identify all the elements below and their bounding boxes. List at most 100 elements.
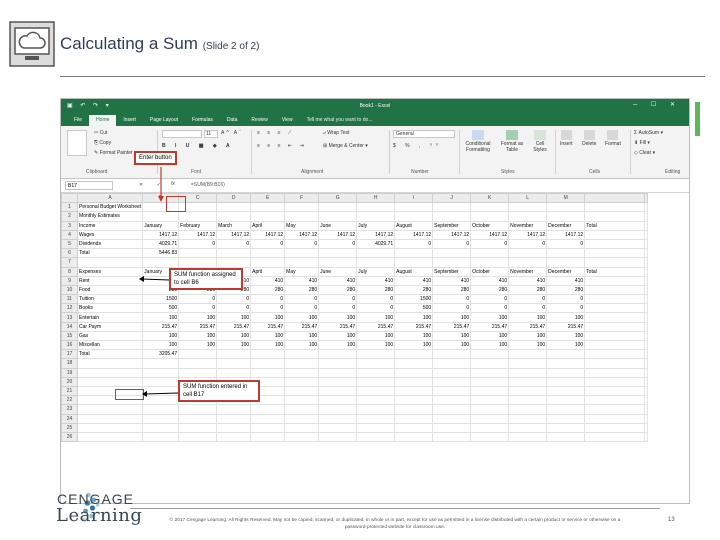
cell[interactable]	[644, 422, 649, 433]
insert-function-icon[interactable]: fx	[171, 181, 175, 187]
cell[interactable]	[250, 257, 286, 268]
cell[interactable]	[284, 257, 320, 268]
cell[interactable]	[584, 211, 646, 222]
cell[interactable]	[216, 202, 252, 213]
cell[interactable]	[584, 330, 646, 342]
cell[interactable]	[142, 257, 180, 268]
cell[interactable]: October	[470, 266, 510, 277]
row-header[interactable]: 25	[61, 422, 78, 433]
cell[interactable]	[142, 376, 180, 387]
cell[interactable]	[142, 211, 180, 222]
cell[interactable]	[508, 367, 548, 378]
cell[interactable]	[470, 395, 510, 406]
cell[interactable]	[394, 431, 434, 443]
cell[interactable]	[356, 248, 396, 259]
cell[interactable]: 0	[432, 303, 472, 314]
cell[interactable]: August	[394, 220, 434, 231]
cell[interactable]	[432, 385, 472, 397]
cell[interactable]	[356, 358, 396, 369]
cell[interactable]: 1417.12	[250, 229, 286, 240]
wrap-text-button[interactable]: ⤶ Wrap Text	[323, 130, 350, 136]
cell[interactable]	[432, 404, 472, 415]
cell[interactable]: Gas	[76, 330, 144, 342]
cell[interactable]	[546, 431, 586, 443]
cell[interactable]	[394, 367, 434, 378]
row-header[interactable]: 15	[61, 330, 78, 342]
row-header[interactable]: 13	[61, 312, 78, 323]
cell[interactable]	[584, 294, 646, 305]
cell[interactable]	[318, 367, 358, 378]
cell[interactable]: 100	[470, 312, 510, 323]
cell[interactable]	[356, 376, 396, 387]
cell[interactable]	[142, 395, 180, 406]
cell[interactable]: 0	[432, 294, 472, 305]
cell[interactable]	[284, 422, 320, 433]
cell[interactable]	[644, 330, 649, 342]
cell[interactable]: 100	[216, 339, 252, 351]
cell[interactable]	[250, 358, 286, 369]
cell[interactable]: 215.47	[216, 321, 252, 332]
cell[interactable]	[142, 367, 180, 378]
cell[interactable]	[284, 385, 320, 397]
insert-cells-button[interactable]: Insert	[560, 130, 573, 147]
cell[interactable]: 0	[508, 303, 548, 314]
worksheet-grid[interactable]: A B C D E F G H I J K L M 1 Personal Budget Worksheet 2…	[61, 192, 649, 443]
column-header[interactable]: M	[546, 192, 586, 204]
formula-input[interactable]: =SUM(B9:B16)	[191, 182, 225, 188]
cell[interactable]: October	[470, 220, 510, 231]
cell[interactable]: 280	[318, 284, 358, 296]
cell[interactable]	[584, 404, 646, 415]
cell[interactable]	[318, 413, 358, 424]
cell[interactable]: 0	[546, 238, 586, 250]
format-as-table-button[interactable]: Format as Table	[499, 130, 525, 153]
row-header[interactable]: 9	[61, 275, 78, 286]
row-header[interactable]: 10	[61, 284, 78, 296]
cell[interactable]	[356, 422, 396, 433]
cell[interactable]: 100	[356, 312, 396, 323]
cell[interactable]: 410	[394, 275, 434, 286]
tab-review[interactable]: Review	[244, 115, 274, 126]
row-header[interactable]: 7	[61, 257, 78, 268]
cell[interactable]: 1500	[394, 294, 434, 305]
cell[interactable]	[584, 202, 646, 213]
cancel-enter-icons[interactable]: ✕ ✓	[139, 182, 167, 188]
cell[interactable]	[546, 404, 586, 415]
cell[interactable]	[644, 303, 649, 314]
cell[interactable]: 100	[470, 330, 510, 342]
row-header[interactable]: 19	[61, 367, 78, 378]
cell[interactable]: 0	[318, 294, 358, 305]
cell[interactable]: 100	[508, 312, 548, 323]
cell[interactable]	[470, 422, 510, 433]
cell[interactable]	[546, 358, 586, 369]
cell[interactable]: 0	[178, 303, 218, 314]
cell[interactable]	[76, 431, 144, 443]
cell[interactable]: 1417.12	[394, 229, 434, 240]
cell[interactable]: 0	[284, 294, 320, 305]
cell[interactable]	[470, 248, 510, 259]
cell[interactable]	[584, 376, 646, 387]
cell[interactable]	[584, 248, 646, 259]
cell[interactable]	[250, 349, 286, 360]
name-box[interactable]: B17	[65, 181, 113, 190]
column-header[interactable]: K	[470, 192, 510, 204]
cell[interactable]	[644, 284, 649, 296]
cell[interactable]	[284, 413, 320, 424]
cell[interactable]: Food	[76, 284, 144, 296]
cell[interactable]	[142, 358, 180, 369]
tab-page-layout[interactable]: Page Layout	[143, 115, 185, 126]
cell[interactable]	[432, 395, 472, 406]
cell[interactable]	[250, 367, 286, 378]
cell[interactable]	[508, 248, 548, 259]
cell[interactable]	[356, 431, 396, 443]
cell[interactable]	[76, 358, 144, 369]
cell[interactable]: 215.47	[394, 321, 434, 332]
cell[interactable]	[216, 413, 252, 424]
cell[interactable]: 500	[142, 303, 180, 314]
cell[interactable]	[142, 431, 180, 443]
cell[interactable]: 410	[432, 275, 472, 286]
cell[interactable]: 1500	[142, 294, 180, 305]
cell[interactable]: 1417.12	[356, 229, 396, 240]
cell[interactable]	[216, 257, 252, 268]
cell[interactable]	[470, 358, 510, 369]
cell[interactable]: June	[318, 266, 358, 277]
